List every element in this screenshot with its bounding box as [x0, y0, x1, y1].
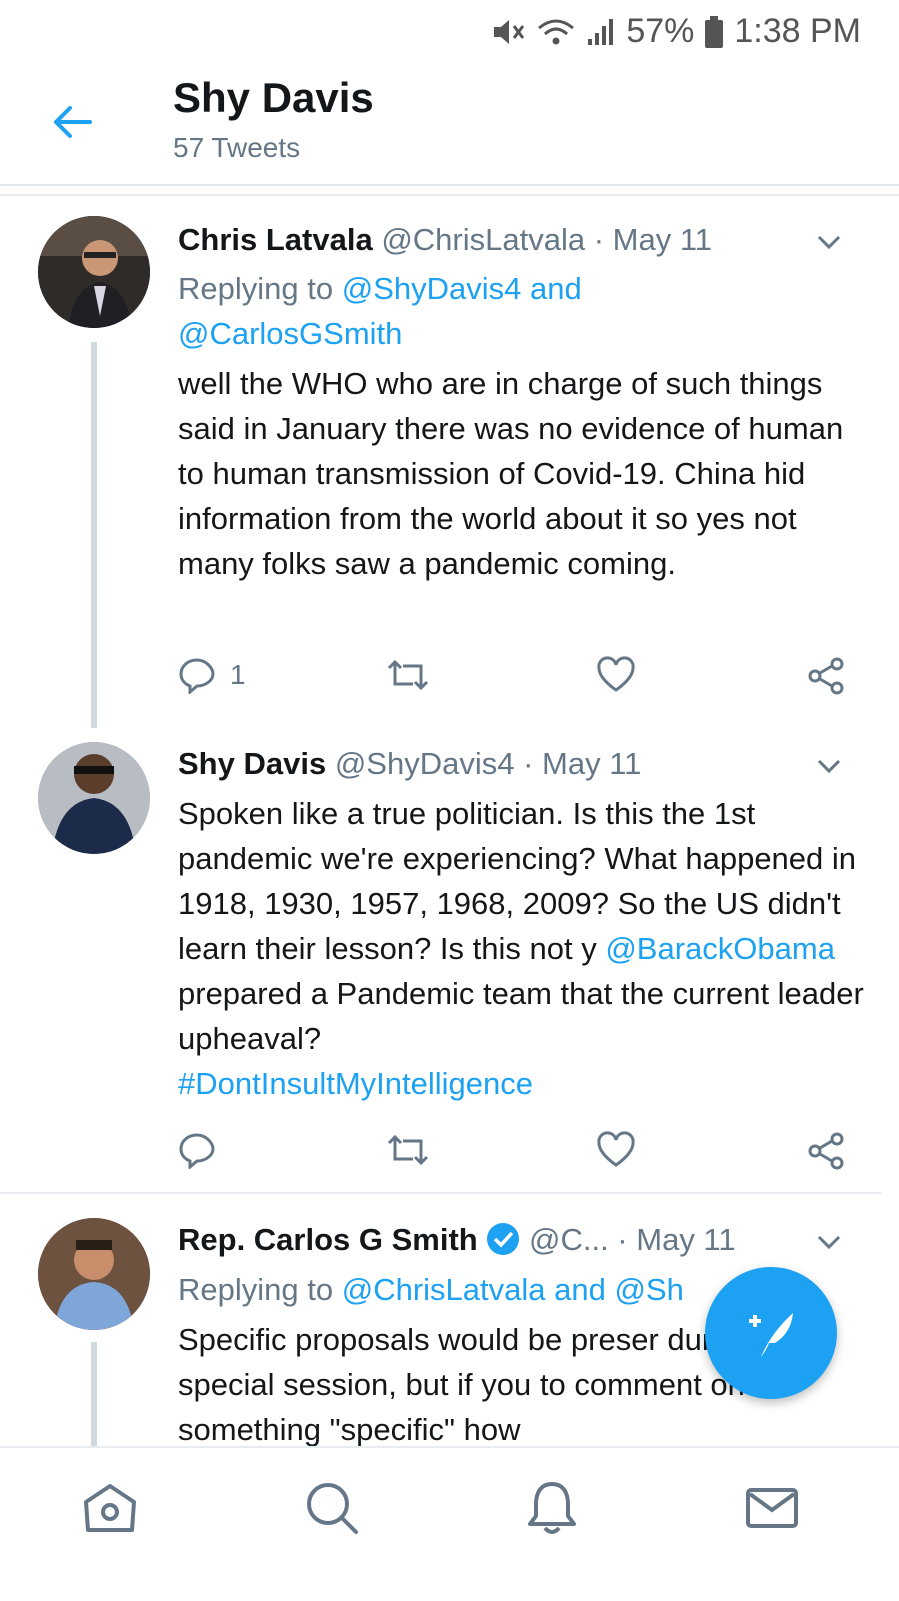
bell-icon[interactable]: [522, 1478, 582, 1538]
thread-line: [91, 342, 97, 728]
tweet-date[interactable]: May 11: [613, 222, 712, 257]
compose-icon: [749, 1313, 793, 1357]
reply-count: 1: [230, 659, 246, 690]
avatar[interactable]: [38, 1218, 150, 1330]
avatar[interactable]: [38, 742, 150, 854]
tweet-divider: [0, 1192, 881, 1194]
battery-percent: 57%: [626, 12, 695, 50]
profile-header: Shy Davis 57 Tweets: [0, 64, 899, 186]
chevron-down-icon[interactable]: [815, 752, 843, 780]
tweet-text: well the WHO who are in charge of such t…: [178, 366, 844, 581]
author-handle[interactable]: @ChrisLatvala: [381, 222, 585, 257]
avatar[interactable]: [38, 216, 150, 328]
thread-line: [91, 1342, 97, 1446]
wifi-icon: [538, 19, 575, 44]
mute-icon: [494, 19, 525, 44]
tweet-header: Rep. Carlos G Smith @C... · May 11: [178, 1222, 736, 1258]
retweet-button[interactable]: [386, 1131, 430, 1169]
tweet-date[interactable]: May 11: [542, 746, 641, 781]
separator: ·: [608, 1222, 637, 1257]
like-button[interactable]: [596, 1131, 636, 1169]
header-divider: [0, 194, 899, 196]
reply-button[interactable]: [178, 1131, 216, 1169]
mention-link[interactable]: @BarackObama: [605, 931, 835, 966]
verified-badge-icon: [487, 1223, 520, 1255]
home-icon[interactable]: [80, 1478, 140, 1538]
reply-prefix: Replying to: [178, 1272, 342, 1307]
reply-button[interactable]: 1: [178, 656, 246, 694]
retweet-icon: [387, 659, 429, 691]
mention-link[interactable]: @Sh: [614, 1272, 683, 1307]
share-button[interactable]: [806, 656, 846, 696]
mail-icon[interactable]: [742, 1478, 802, 1538]
tweet-count: 57 Tweets: [173, 132, 301, 163]
share-icon: [808, 1132, 844, 1170]
tweet-header: Chris Latvala @ChrisLatvala · May 11: [178, 222, 712, 258]
back-arrow-icon[interactable]: [50, 100, 94, 144]
battery-icon: [705, 15, 724, 48]
mention-link[interactable]: @CarlosGSmith: [178, 316, 402, 351]
retweet-icon: [387, 1134, 429, 1166]
tweet-text: Spoken like a true politician. Is this t…: [178, 791, 868, 1106]
hashtag-link[interactable]: #DontInsultMyIntelligence: [178, 1066, 533, 1101]
status-bar: 57% 1:38 PM: [0, 0, 899, 64]
share-button[interactable]: [806, 1131, 846, 1171]
mention-link[interactable]: @ShyDavis4: [342, 271, 522, 306]
chevron-down-icon[interactable]: [815, 1228, 843, 1256]
tweet-actions: 1: [178, 656, 846, 696]
reply-icon: [179, 658, 215, 694]
tweet-date[interactable]: May 11: [636, 1222, 735, 1257]
compose-button[interactable]: [705, 1267, 837, 1399]
clock: 1:38 PM: [734, 12, 861, 50]
tweet-text-part: prepared a Pandemic team that the curren…: [178, 976, 864, 1056]
reply-prefix: Replying to: [178, 271, 342, 306]
author-name[interactable]: Rep. Carlos G Smith: [178, 1222, 478, 1257]
signal-icon: [588, 18, 614, 45]
heart-icon: [597, 656, 635, 692]
page-title: Shy Davis: [173, 74, 374, 121]
chevron-down-icon[interactable]: [815, 228, 843, 256]
author-name[interactable]: Chris Latvala: [178, 222, 373, 257]
tweet-actions: [178, 1131, 846, 1171]
retweet-button[interactable]: [386, 656, 430, 694]
share-icon: [808, 657, 844, 695]
author-name[interactable]: Shy Davis: [178, 746, 326, 781]
like-button[interactable]: [596, 656, 636, 694]
search-icon[interactable]: [302, 1478, 362, 1538]
reply-context: Replying to @ShyDavis4 and @CarlosGSmith: [178, 266, 868, 356]
author-handle[interactable]: @ShyDavis4: [335, 746, 515, 781]
reply-and[interactable]: and: [521, 271, 582, 306]
reply-and[interactable]: and: [546, 1272, 615, 1307]
author-handle[interactable]: @C...: [529, 1222, 609, 1257]
reply-icon: [179, 1133, 215, 1169]
separator: ·: [514, 746, 543, 781]
bottom-nav: [0, 1446, 899, 1601]
separator: ·: [585, 222, 613, 257]
heart-icon: [597, 1131, 635, 1167]
mention-link[interactable]: @ChrisLatvala: [342, 1272, 546, 1307]
tweet-header: Shy Davis @ShyDavis4 · May 11: [178, 746, 641, 782]
